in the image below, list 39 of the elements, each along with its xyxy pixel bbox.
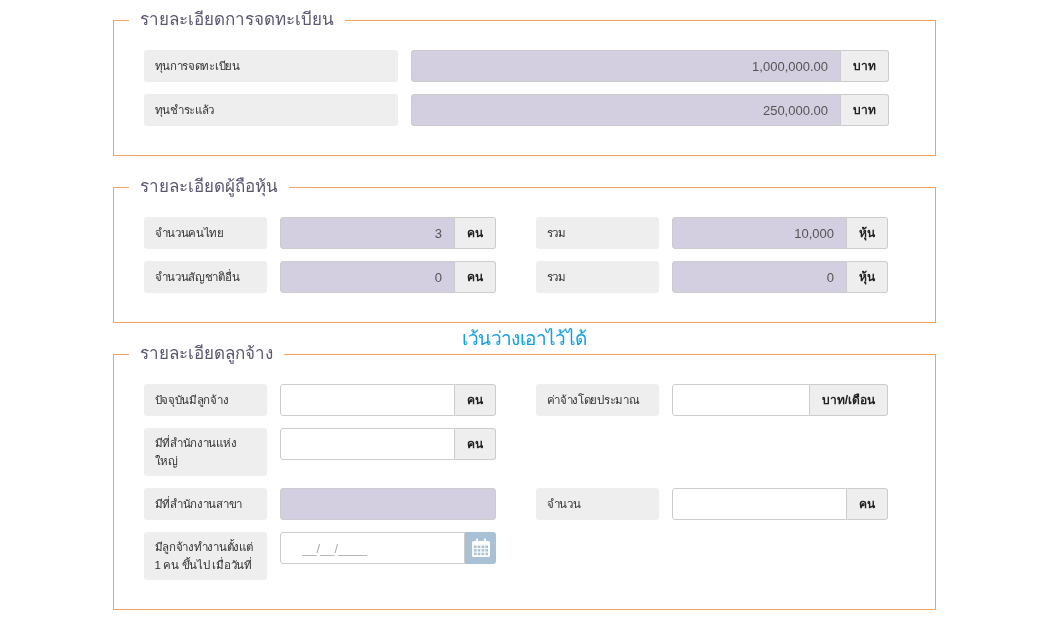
- input-field[interactable]: [280, 428, 455, 460]
- unit-addon: บาท/เดือน: [809, 384, 888, 416]
- input-field[interactable]: 250,000.00: [411, 94, 841, 126]
- section-legend: รายละเอียดผู้ถือหุ้น: [129, 174, 289, 200]
- input-field[interactable]: 0: [672, 261, 847, 293]
- field-label: มีที่สำนักงานสาขา: [144, 488, 267, 520]
- unit-addon: หุ้น: [847, 261, 888, 293]
- input-field[interactable]: [672, 488, 847, 520]
- unit-addon: คน: [455, 261, 496, 293]
- field-label: รวม: [536, 217, 659, 249]
- input-field[interactable]: 1,000,000.00: [411, 50, 841, 82]
- field-label: จำนวนคนไทย: [144, 217, 267, 249]
- input-field[interactable]: 3: [280, 217, 455, 249]
- unit-addon: คน: [455, 384, 496, 416]
- unit-addon: คน: [847, 488, 888, 520]
- input-field[interactable]: 0: [280, 261, 455, 293]
- unit-addon: หุ้น: [847, 217, 888, 249]
- input-field[interactable]: [280, 488, 496, 520]
- note-text: เว้นว่างเอาไว้ได้: [462, 326, 587, 351]
- unit-addon: บาท: [841, 50, 889, 82]
- field-label: ค่าจ้างโดยประมาณ: [536, 384, 659, 416]
- calendar-button[interactable]: [465, 532, 496, 564]
- field-label: ทุนการจดทะเบียน: [144, 50, 398, 82]
- unit-addon: คน: [455, 428, 496, 460]
- date-field[interactable]: __/__/____: [280, 532, 465, 564]
- input-field[interactable]: [280, 384, 455, 416]
- field-label: ปัจจุบันมีลูกจ้าง: [144, 384, 267, 416]
- field-label: จำนวนสัญชาติอื่น: [144, 261, 267, 293]
- input-field[interactable]: [672, 384, 810, 416]
- unit-addon: คน: [455, 217, 496, 249]
- unit-addon: บาท: [841, 94, 889, 126]
- field-label: มีลูกจ้างทำงานตั้งแต่ 1 คน ขึ้นไป เมื่อวันที่: [144, 532, 267, 580]
- input-field[interactable]: 10,000: [672, 217, 847, 249]
- field-label: ทุนชำระแล้ว: [144, 94, 398, 126]
- section-legend: รายละเอียดลูกจ้าง: [129, 341, 284, 367]
- field-label: จำนวน: [536, 488, 659, 520]
- calendar-icon: [470, 538, 491, 558]
- field-label: รวม: [536, 261, 659, 293]
- field-label: มีที่สำนักงานแห่งใหญ่: [144, 428, 267, 476]
